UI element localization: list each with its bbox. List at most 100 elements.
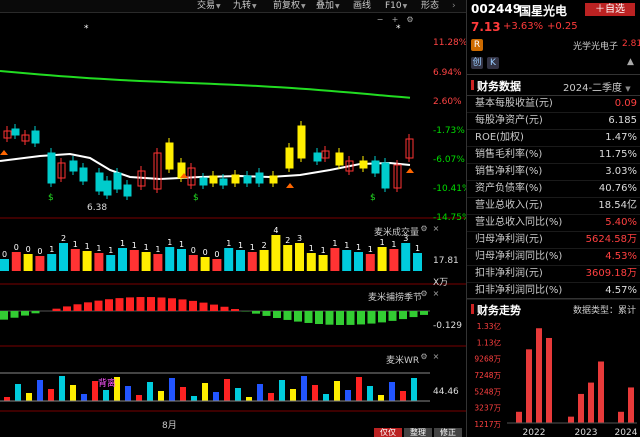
wave-settings-icon[interactable]: ⚙ xyxy=(420,290,428,298)
wave-bar xyxy=(315,311,323,325)
bottom-button-2[interactable]: 整理 xyxy=(404,428,432,437)
wave-value: -0.129 xyxy=(433,321,463,331)
wave-bar xyxy=(0,311,8,320)
finance-row-label: 营业总收入同比(%) xyxy=(475,217,563,228)
trade-menu[interactable]: 交易▼ xyxy=(194,0,224,12)
divergence-tag: 背离 xyxy=(98,379,117,389)
nine-turn-menu[interactable]: 九转▼ xyxy=(230,0,260,12)
volume-bar xyxy=(259,250,269,271)
draw-line-button[interactable]: 画线 xyxy=(350,0,374,12)
pattern-button[interactable]: 形态 xyxy=(418,0,442,12)
wr-bar xyxy=(70,385,76,401)
finance-row-value: 11.75% xyxy=(598,149,637,160)
wave-bar xyxy=(189,300,197,311)
section-marker xyxy=(471,304,474,314)
wave-bar xyxy=(346,311,355,325)
volume-bar xyxy=(188,255,198,271)
volume-digit: 1 xyxy=(380,238,385,247)
trend-bar[interactable] xyxy=(598,361,604,423)
collapse-icon[interactable]: ▲ xyxy=(627,57,634,67)
volume-value: 17.81 xyxy=(433,256,459,266)
volume-digit: 1 xyxy=(356,243,361,252)
trend-bar[interactable] xyxy=(618,411,624,423)
price-level-4: -1.73% xyxy=(433,126,465,136)
finance-row: 资产负债率(%) 40.76% xyxy=(467,180,640,198)
k-badge[interactable]: K xyxy=(487,57,499,69)
volume-bar xyxy=(413,253,422,271)
wave-bar xyxy=(210,304,218,311)
minus-icon[interactable]: − xyxy=(376,16,384,24)
wave-bar xyxy=(115,298,124,311)
bottom-button-3[interactable]: 修正 xyxy=(434,428,462,437)
trend-bar[interactable] xyxy=(536,328,542,423)
volume-digit: 2 xyxy=(262,241,267,250)
finance-row-label: 销售净利率(%) xyxy=(475,166,543,177)
trend-bar[interactable] xyxy=(516,411,522,423)
trend-bar[interactable] xyxy=(628,387,634,423)
wave-close-icon[interactable]: × xyxy=(432,290,440,298)
volume-settings-icon[interactable]: ⚙ xyxy=(420,225,428,233)
finance-row: 销售净利率(%) 3.03% xyxy=(467,163,640,181)
wr-value: 44.46 xyxy=(433,387,459,397)
price-level-5: -6.07% xyxy=(433,155,465,165)
volume-bar xyxy=(11,252,21,271)
settings-icon[interactable]: ⚙ xyxy=(406,16,414,24)
trend-y-label: 3237万 xyxy=(474,404,501,413)
trend-data-type[interactable]: 数据类型：累计 xyxy=(573,303,636,316)
volume-bar xyxy=(47,254,57,271)
volume-digit: 1 xyxy=(167,238,172,247)
wave-bar xyxy=(399,311,407,320)
sector-name[interactable]: 光学光电子 xyxy=(573,39,618,52)
volume-digit: 0 xyxy=(203,248,208,257)
chart-area[interactable]: $ $ $ * * 0 0 0 0 1 2 1 1 1 1 1 1 1 1 1 1 0 0 0 1 1 1 2 4 2 3 1 1 1 1 1 1 1 1 3… xyxy=(0,13,471,437)
volume-digit: 1 xyxy=(132,241,137,250)
adjust-menu[interactable]: 前复权▼ xyxy=(270,0,309,12)
volume-digit: 0 xyxy=(2,250,7,259)
volume-digit: 2 xyxy=(285,236,290,245)
volume-bar xyxy=(129,250,139,271)
candle-body xyxy=(79,167,88,182)
volume-digit: 1 xyxy=(332,239,337,248)
toolbar-more-icon[interactable]: › xyxy=(449,0,459,12)
bottom-button-1[interactable]: 仅仅 xyxy=(374,428,402,437)
volume-bar xyxy=(306,253,316,271)
trend-bar[interactable] xyxy=(526,349,532,423)
price-level-7: -14.75% xyxy=(433,213,471,223)
chuang-badge[interactable]: 创 xyxy=(471,57,483,69)
plus-icon[interactable]: + xyxy=(391,16,399,24)
volume-close-icon[interactable]: × xyxy=(432,225,440,233)
f10-menu[interactable]: F10▼ xyxy=(382,0,410,12)
stock-code: 002449 xyxy=(471,2,522,16)
trend-bar[interactable] xyxy=(546,337,552,423)
trend-bar[interactable] xyxy=(568,416,574,423)
wr-close-icon[interactable]: × xyxy=(432,353,440,361)
finance-row-value: 18.54亿 xyxy=(598,200,637,211)
volume-bar xyxy=(59,243,68,271)
candle-body xyxy=(123,184,132,197)
section-marker xyxy=(471,80,474,90)
overlay-menu[interactable]: 叠加▼ xyxy=(313,0,343,12)
finance-row: 归母净利润(元) 5624.58万 xyxy=(467,231,640,249)
finance-row-label: ROE(加权) xyxy=(475,132,524,143)
trend-title: 财务走势 xyxy=(477,304,521,317)
price-level-3: 2.60% xyxy=(433,97,462,107)
finance-row: 归母净利润同比(%) 4.53% xyxy=(467,248,640,266)
candle-body xyxy=(255,172,264,184)
volume-digit: 1 xyxy=(309,244,314,253)
volume-bar xyxy=(200,257,210,271)
wr-settings-icon[interactable]: ⚙ xyxy=(420,353,428,361)
volume-bar xyxy=(0,259,9,271)
wave-bar xyxy=(367,311,376,324)
candle-body xyxy=(231,174,240,184)
trend-bar[interactable] xyxy=(588,382,594,423)
trend-bar[interactable] xyxy=(578,393,584,423)
finance-row-value: 6.185 xyxy=(608,115,637,126)
finance-period[interactable]: 2024-二季度 ▼ xyxy=(563,79,631,94)
volume-digit: 4 xyxy=(273,226,278,235)
wave-bar xyxy=(94,300,103,311)
wr-bar xyxy=(158,391,164,401)
volume-digit: 0 xyxy=(37,247,42,256)
finance-row-label: 营业总收入(元) xyxy=(475,200,543,211)
add-watchlist-button[interactable]: ＋自选 xyxy=(585,3,635,16)
volume-bar xyxy=(177,249,186,271)
